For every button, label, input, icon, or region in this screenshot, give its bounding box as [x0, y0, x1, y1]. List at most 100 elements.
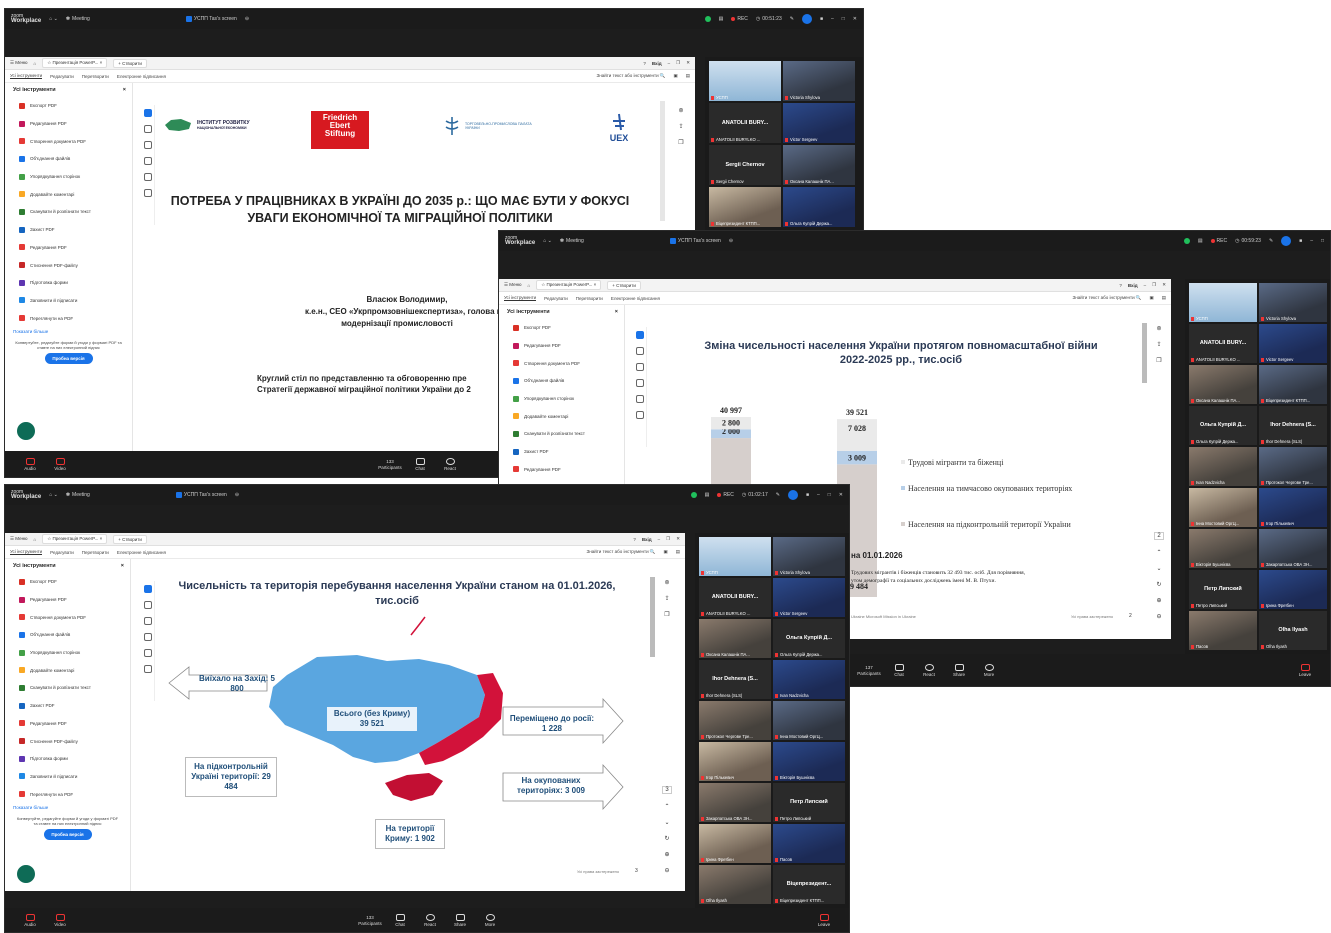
tool-item[interactable]: Експорт PDF: [499, 319, 624, 337]
react-button[interactable]: React: [914, 663, 944, 677]
minimize-icon[interactable]: –: [817, 492, 820, 498]
participant-tile[interactable]: Olha Ilyash: [699, 865, 771, 904]
lasso-tool-icon[interactable]: [143, 633, 152, 641]
page-up-icon[interactable]: ⌃: [1156, 549, 1161, 556]
menu-button[interactable]: ☰ Меню: [10, 536, 27, 542]
participant-tile[interactable]: Ігор Пількевич: [1259, 488, 1327, 527]
more-button[interactable]: More: [475, 913, 505, 927]
text-tool-icon[interactable]: [143, 649, 152, 657]
screen-share-label[interactable]: УСПП Tas's screen: [669, 238, 721, 244]
tools-close-button[interactable]: ×: [121, 563, 124, 569]
participant-tile[interactable]: УСПП: [709, 61, 781, 101]
zoom-tool-icon[interactable]: [635, 347, 644, 355]
tool-item[interactable]: Заповнити й підписати: [5, 292, 132, 310]
chat-button[interactable]: Chat: [884, 663, 914, 677]
tool-item[interactable]: Об'єднання файлів: [5, 150, 132, 168]
print-icon[interactable]: ▣: [663, 549, 667, 555]
react-button[interactable]: React: [435, 457, 465, 471]
participant-tile[interactable]: Sergii Chernov Sergii Chernov: [709, 145, 781, 185]
close-icon[interactable]: ✕: [839, 492, 843, 498]
participant-tile[interactable]: Victor Sergeev: [773, 578, 845, 617]
tool-item[interactable]: Підготовка форми: [5, 750, 130, 768]
document-tab[interactable]: ☆ Презентація PowerP... ×: [536, 280, 602, 290]
participant-tile[interactable]: Ольга Купрій Д... Ольга Купрій Держа...: [773, 619, 845, 658]
select-tool-icon[interactable]: [143, 585, 152, 593]
pen-icon[interactable]: ✎: [790, 16, 794, 22]
zoom-tool-icon[interactable]: [143, 125, 152, 133]
participant-tile[interactable]: Victoria Shylova: [1259, 283, 1327, 322]
tool-item[interactable]: Об'єднання файлів: [499, 372, 624, 390]
signin-button[interactable]: Вхід: [652, 61, 662, 66]
text-tool-icon[interactable]: [635, 395, 644, 403]
print-icon[interactable]: ▣: [673, 73, 677, 79]
share-button[interactable]: Share: [445, 913, 475, 927]
meeting-menu[interactable]: ✽ Meeting: [560, 238, 584, 244]
select-tool-icon[interactable]: [143, 109, 152, 117]
participant-tile[interactable]: Victoria Shylova: [783, 61, 855, 101]
participant-tile[interactable]: Victoria Shylova: [773, 537, 845, 576]
participant-tile[interactable]: УСПП: [699, 537, 771, 576]
page-down-icon[interactable]: ⌄: [1156, 565, 1161, 572]
export-icon[interactable]: ⇪: [678, 123, 683, 130]
menu-esign[interactable]: Електронне підписання: [117, 550, 166, 555]
participant-tile[interactable]: Оксана Калашнік ПА...: [1189, 365, 1257, 404]
maximize-icon[interactable]: □: [1321, 238, 1324, 244]
tool-item[interactable]: Редагування PDF: [5, 239, 132, 257]
maximize-icon[interactable]: □: [828, 492, 831, 498]
copy-icon[interactable]: ❐: [1156, 357, 1161, 364]
tool-item[interactable]: Додавайте коментарі: [5, 661, 130, 679]
zoom-out-icon[interactable]: ⊖: [1156, 613, 1161, 620]
participant-tile[interactable]: Ivan Nadzvicha: [773, 660, 845, 699]
signin-button[interactable]: Вхід: [1128, 283, 1138, 288]
audio-button[interactable]: Audio: [15, 457, 45, 471]
menu-button[interactable]: ☰ Меню: [10, 60, 27, 66]
tool-item[interactable]: Переглянути на PDF: [5, 785, 130, 803]
screen-share-label[interactable]: УСПП Tas's screen: [175, 492, 227, 498]
tool-item[interactable]: Підготовка форми: [5, 274, 132, 292]
help-icon[interactable]: ?: [643, 61, 646, 66]
rec-indicator[interactable]: REC: [1210, 238, 1227, 244]
export-icon[interactable]: ⇪: [1156, 341, 1161, 348]
menu-edit[interactable]: Редагувати: [50, 550, 74, 555]
new-tab-button[interactable]: + Створити: [113, 534, 147, 544]
zoom-in-icon[interactable]: ⊕: [1156, 597, 1161, 604]
participant-tile[interactable]: Петр Липский Петро Липський: [1189, 570, 1257, 609]
win-minimize-icon[interactable]: –: [658, 537, 661, 542]
menu-convert[interactable]: Перетворити: [82, 74, 109, 79]
home-icon[interactable]: ⌂ ⌄: [543, 238, 552, 244]
pen-icon[interactable]: ✎: [1269, 238, 1273, 244]
export-icon[interactable]: ⇪: [664, 595, 669, 602]
tool-item[interactable]: Сканувати й розпізнати текст: [5, 679, 130, 697]
view-icon[interactable]: ■: [820, 16, 823, 22]
participant-tile[interactable]: Iрина Фреїбен: [1259, 570, 1327, 609]
lasso-tool-icon[interactable]: [635, 379, 644, 387]
tool-item[interactable]: Створення документа PDF: [5, 608, 130, 626]
new-tab-button[interactable]: + Створити: [113, 58, 147, 68]
tools-close-button[interactable]: ×: [615, 309, 618, 315]
tool-item[interactable]: Об'єднання файлів: [5, 626, 130, 644]
video-button[interactable]: Video: [45, 457, 75, 471]
participant-tile[interactable]: Петр Липский Петро Липський: [773, 783, 845, 822]
win-restore-icon[interactable]: ❐: [676, 60, 680, 66]
comment-icon[interactable]: ⊚: [664, 579, 669, 586]
participant-tile[interactable]: ANATOLII BURY... ANATOLII BURYLKO ...: [709, 103, 781, 143]
home-icon[interactable]: ⌂ ⌄: [49, 16, 58, 22]
participant-tile[interactable]: УСПП: [1189, 283, 1257, 322]
pencil-tool-icon[interactable]: [143, 141, 152, 149]
win-close-icon[interactable]: ✕: [686, 60, 690, 66]
participant-tile[interactable]: ANATOLII BURY... ANATOLII BURYLKO ...: [1189, 324, 1257, 363]
maximize-icon[interactable]: □: [842, 16, 845, 22]
chat-button[interactable]: Chat: [405, 457, 435, 471]
tool-item[interactable]: Упорядкування сторінок: [5, 168, 132, 186]
screen-share-label[interactable]: УСПП Tas's screen: [185, 16, 237, 22]
view-icon[interactable]: ■: [1299, 238, 1302, 244]
sheet-icon[interactable]: ▤: [1198, 238, 1203, 244]
tool-item[interactable]: Редагування PDF: [5, 715, 130, 733]
menu-convert[interactable]: Перетворити: [82, 550, 109, 555]
tool-item[interactable]: Стиснення PDF-файлу: [5, 732, 130, 750]
menu-esign[interactable]: Електронне підписання: [611, 296, 660, 301]
tool-item[interactable]: Редагування PDF: [5, 115, 132, 133]
zoom-tool-icon[interactable]: [143, 601, 152, 609]
tool-item[interactable]: Заповнити й підписати: [5, 768, 130, 786]
ai-icon[interactable]: [801, 14, 812, 24]
